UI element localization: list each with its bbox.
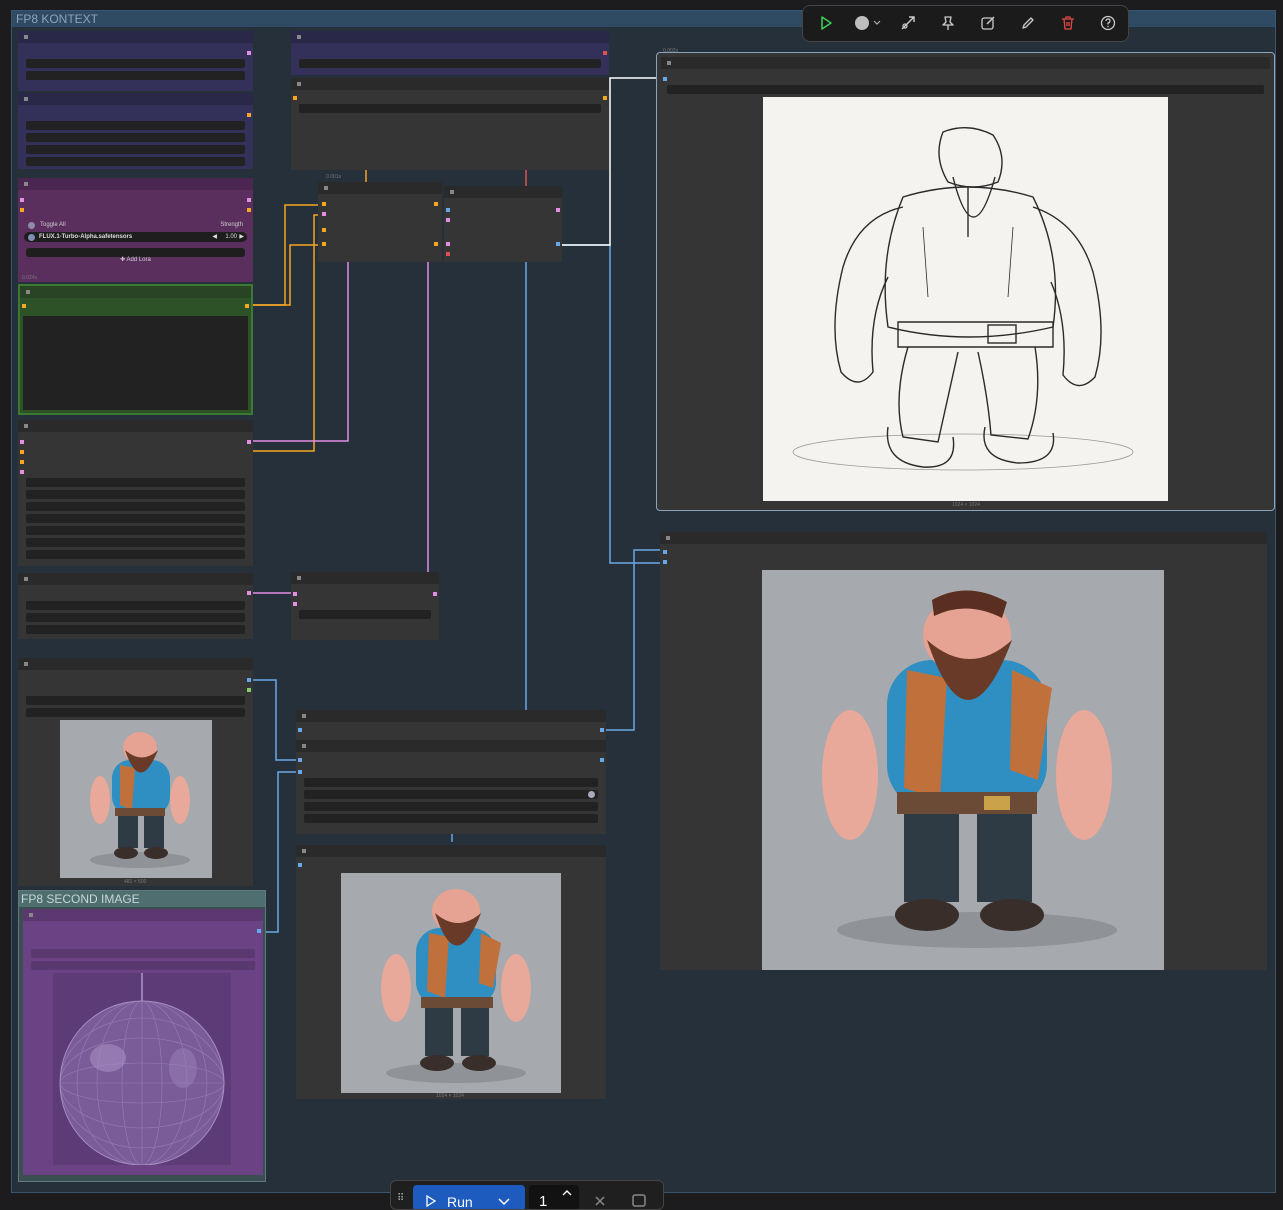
lora-toggle-all-row[interactable]: Toggle All Strength bbox=[26, 221, 245, 230]
wire-blue-4 bbox=[253, 679, 300, 761]
help-icon[interactable] bbox=[1097, 12, 1119, 34]
batch-count-input[interactable]: 1 bbox=[529, 1185, 579, 1210]
wire-orange-3 bbox=[253, 214, 320, 452]
strength-value[interactable]: 1.00 bbox=[225, 234, 237, 240]
lora-name: FLUX.1-Turbo-Alpha.safetensors bbox=[39, 234, 133, 240]
lora-row[interactable]: FLUX.1-Turbo-Alpha.safetensors ◀ 1.00 ▶ bbox=[24, 232, 247, 242]
wire-orange-1 bbox=[253, 204, 320, 306]
load-image-size: 481 × 500 bbox=[124, 879, 147, 885]
node-latent[interactable] bbox=[18, 573, 253, 639]
node-text-prompt[interactable] bbox=[18, 284, 253, 415]
dwarf-final-image bbox=[822, 590, 1117, 948]
lora-timing: 0.024s bbox=[22, 275, 38, 281]
second-group-title: FP8 SECOND IMAGE bbox=[21, 892, 140, 906]
strength-header: Strength bbox=[220, 222, 243, 228]
lora-enable-switch[interactable] bbox=[28, 233, 35, 241]
stitched-image-preview bbox=[341, 873, 561, 1093]
node-load-image[interactable]: 481 × 500 bbox=[18, 658, 253, 886]
node-preview-sketch[interactable]: 1024 × 1024 bbox=[656, 52, 1275, 511]
wire-blue-3 bbox=[604, 549, 664, 731]
dwarf-mid-image bbox=[381, 889, 531, 1083]
node-clip-loader[interactable] bbox=[18, 93, 253, 169]
play-icon[interactable] bbox=[815, 12, 837, 34]
group-fp8-second-image[interactable]: FP8 SECOND IMAGE bbox=[18, 890, 266, 1182]
drag-handle-icon[interactable]: ⠿ bbox=[397, 1193, 404, 1204]
final-image-preview bbox=[762, 570, 1164, 970]
sampler-timing: 0.001s bbox=[326, 174, 342, 180]
batch-increment-icon[interactable] bbox=[561, 1189, 573, 1197]
load-image-preview bbox=[60, 720, 212, 878]
wire-orange-2 bbox=[253, 244, 320, 306]
stitched-image-size: 1024 × 1024 bbox=[436, 1093, 464, 1099]
selection-toolbar bbox=[802, 5, 1129, 42]
disco-ball-image bbox=[59, 973, 225, 1165]
edit-icon[interactable] bbox=[977, 12, 999, 34]
prompt-textarea[interactable] bbox=[23, 316, 248, 410]
wire-blue-2 bbox=[560, 244, 664, 564]
add-lora-button[interactable]: ✚ Add Lora bbox=[26, 248, 245, 263]
node-vae-decode[interactable] bbox=[444, 186, 562, 262]
node-text-encode[interactable] bbox=[291, 78, 609, 170]
sketch-image-preview bbox=[763, 97, 1168, 501]
toggle-all-label: Toggle All bbox=[40, 222, 66, 228]
node-lora-loader[interactable]: Toggle All Strength FLUX.1-Turbo-Alpha.s… bbox=[18, 178, 253, 282]
node-image-stitch[interactable] bbox=[296, 710, 606, 834]
pin-icon[interactable] bbox=[937, 12, 959, 34]
batch-count-value: 1 bbox=[539, 1193, 548, 1210]
run-bar: ⠿ Run 1 bbox=[390, 1180, 664, 1210]
run-play-icon bbox=[426, 1195, 437, 1207]
strength-decrease-icon[interactable]: ◀ bbox=[212, 233, 217, 240]
node-vae-loader[interactable] bbox=[291, 31, 609, 75]
sketch-image-size: 1024 × 1024 bbox=[952, 502, 980, 508]
dwarf-sketch-image bbox=[792, 127, 1134, 471]
bypass-icon[interactable] bbox=[897, 12, 919, 34]
node-load-second-image[interactable] bbox=[23, 909, 263, 1175]
stitch-toggle[interactable] bbox=[304, 790, 598, 799]
dwarf-thumbnail-image bbox=[90, 732, 190, 868]
node-preview-final[interactable] bbox=[660, 532, 1267, 970]
delete-icon[interactable] bbox=[1057, 12, 1079, 34]
node-preview-stitched[interactable]: 1024 × 1024 bbox=[296, 845, 606, 1099]
run-options-chevron-icon[interactable] bbox=[497, 1197, 511, 1207]
toggle-all-switch[interactable] bbox=[28, 222, 35, 229]
cancel-icon[interactable] bbox=[594, 1195, 606, 1207]
node-ksampler[interactable] bbox=[18, 420, 253, 566]
disco-ball-preview bbox=[53, 973, 231, 1165]
node-conditioning[interactable] bbox=[291, 572, 439, 640]
node-model-loader[interactable] bbox=[18, 31, 253, 91]
strength-increase-icon[interactable]: ▶ bbox=[239, 233, 244, 240]
run-button[interactable]: Run bbox=[413, 1185, 525, 1210]
run-label: Run bbox=[447, 1194, 473, 1210]
pencil-icon[interactable] bbox=[1017, 12, 1039, 34]
node-model-sampling[interactable] bbox=[318, 182, 442, 262]
color-picker-icon[interactable] bbox=[851, 12, 885, 34]
